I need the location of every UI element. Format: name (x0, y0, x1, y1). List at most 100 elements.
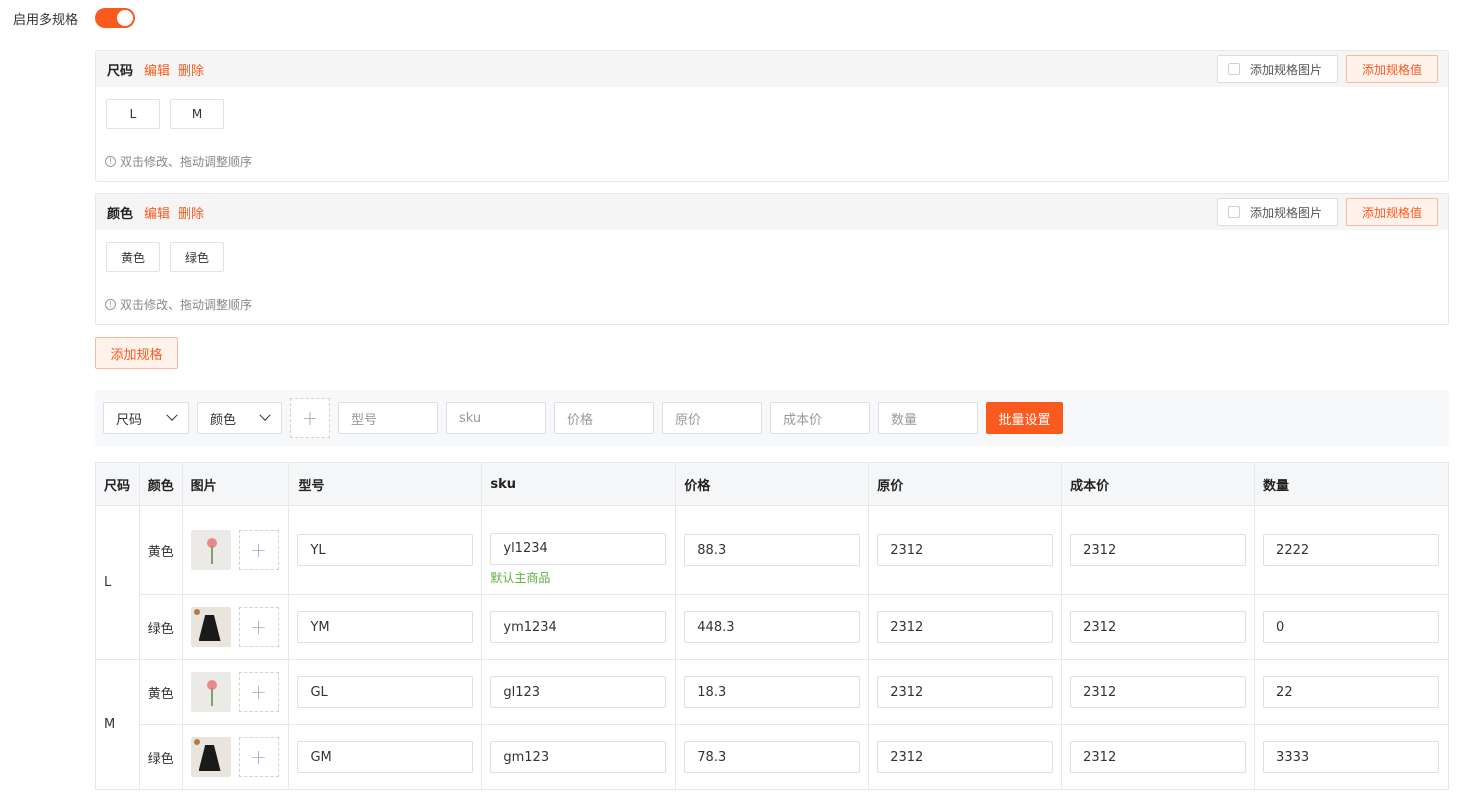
orig-price-input[interactable]: 2312 (877, 534, 1054, 566)
cost-input[interactable]: 2312 (1070, 676, 1247, 708)
batch-sku-input[interactable]: sku (446, 402, 546, 434)
orig-price-input[interactable]: 2312 (877, 741, 1054, 773)
batch-qty-input[interactable]: 数量 (878, 402, 978, 434)
table-row: L 黄色 + YL yl1234 默认主商品 88.3 2312 2312 222… (95, 505, 1449, 660)
image-cell: + (181, 594, 290, 660)
sku-cell: gl123 (481, 659, 677, 725)
cost-cell: 2312 (1061, 594, 1256, 660)
spec-value-tag[interactable]: 黄色 (106, 242, 160, 272)
sku-input[interactable]: gl123 (490, 676, 667, 708)
model-input[interactable]: GL (297, 676, 474, 708)
spec-edit-link[interactable]: 编辑 (144, 60, 170, 79)
batch-add-image-button[interactable]: + (290, 398, 330, 438)
sku-input[interactable]: ym1234 (490, 611, 667, 643)
price-input[interactable]: 448.3 (684, 611, 861, 643)
spec-tip-text: 双击修改、拖动调整顺序 (120, 154, 253, 169)
info-icon: ! (105, 298, 116, 310)
sku-table: 尺码 颜色 图片 型号 sku 价格 原价 成本价 数量 L 黄色 + YL y… (95, 462, 1449, 790)
price-input[interactable]: 18.3 (684, 676, 861, 708)
table-row: 绿色 + GM gm123 78.3 2312 2312 3333 (96, 724, 1449, 790)
size-cell: L (95, 505, 140, 660)
qty-cell: 22 (1254, 659, 1449, 725)
sku-input[interactable]: gm123 (490, 741, 667, 773)
product-thumbnail[interactable] (190, 737, 231, 777)
toggle-knob (117, 10, 133, 26)
add-spec-image-checkbox[interactable]: 添加规格图片 (1217, 198, 1338, 226)
add-spec-value-button[interactable]: 添加规格值 (1346, 198, 1438, 226)
model-input[interactable]: YM (297, 611, 474, 643)
default-product-tag: 默认主商品 (490, 570, 551, 585)
batch-model-input[interactable]: 型号 (338, 402, 438, 434)
add-image-button[interactable]: + (238, 607, 279, 647)
qty-input[interactable]: 22 (1263, 676, 1440, 708)
batch-cost-input[interactable]: 成本价 (770, 402, 870, 434)
add-spec-image-label: 添加规格图片 (1250, 205, 1323, 220)
cost-input[interactable]: 2312 (1070, 611, 1247, 643)
checkbox-icon (1228, 206, 1240, 218)
spec-value-tag[interactable]: M (170, 99, 224, 129)
model-input[interactable]: YL (297, 534, 474, 566)
size-select[interactable]: 尺码 (103, 402, 189, 434)
price-cell: 88.3 (675, 505, 870, 595)
cost-input[interactable]: 2312 (1070, 534, 1247, 566)
spec-value-tag[interactable]: L (106, 99, 160, 129)
color-cell: 绿色 (138, 594, 183, 660)
color-cell: 黄色 (138, 505, 183, 595)
price-cell: 78.3 (675, 724, 870, 790)
model-input[interactable]: GM (297, 741, 474, 773)
qty-input[interactable]: 0 (1263, 611, 1440, 643)
plus-icon: + (301, 406, 319, 430)
product-thumbnail[interactable] (190, 530, 231, 570)
color-select[interactable]: 颜色 (197, 402, 282, 434)
product-thumbnail[interactable] (190, 672, 231, 712)
col-header-sku: sku (481, 462, 677, 506)
col-header-model: 型号 (288, 462, 483, 506)
qty-input[interactable]: 3333 (1263, 741, 1440, 773)
batch-price-input[interactable]: 价格 (554, 402, 654, 434)
col-header-cost: 成本价 (1061, 462, 1256, 506)
add-spec-image-checkbox[interactable]: 添加规格图片 (1217, 55, 1338, 83)
cost-cell: 2312 (1061, 724, 1256, 790)
orig-price-cell: 2312 (868, 724, 1063, 790)
orig-price-input[interactable]: 2312 (877, 611, 1054, 643)
spec-tip: ! 双击修改、拖动调整顺序 (96, 141, 1448, 181)
spec-value-tag[interactable]: 绿色 (170, 242, 224, 272)
sku-cell: ym1234 (481, 594, 677, 660)
plus-icon: + (250, 680, 267, 704)
spec-header: 颜色 编辑 删除 添加规格图片 添加规格值 (96, 194, 1448, 230)
price-input[interactable]: 88.3 (684, 534, 861, 566)
col-header-orig-price: 原价 (868, 462, 1063, 506)
spec-name: 尺码 (107, 63, 134, 79)
sku-input[interactable]: yl1234 (490, 532, 667, 565)
spec-delete-link[interactable]: 删除 (178, 203, 204, 222)
spec-values: L M (96, 87, 1448, 141)
spec-values: 黄色 绿色 (96, 230, 1448, 284)
add-image-button[interactable]: + (238, 530, 279, 570)
model-cell: GL (288, 659, 483, 725)
col-header-price: 价格 (675, 462, 870, 506)
add-image-button[interactable]: + (238, 672, 279, 712)
add-spec-button[interactable]: 添加规格 (95, 337, 178, 369)
size-cell: M (95, 659, 140, 790)
batch-set-button[interactable]: 批量设置 (986, 402, 1063, 434)
spec-edit-link[interactable]: 编辑 (144, 203, 170, 222)
sku-cell: yl1234 默认主商品 (481, 505, 677, 595)
multi-spec-toggle[interactable] (95, 8, 135, 28)
price-input[interactable]: 78.3 (684, 741, 861, 773)
price-cell: 448.3 (675, 594, 870, 660)
qty-cell: 2222 (1254, 505, 1449, 595)
add-spec-value-button[interactable]: 添加规格值 (1346, 55, 1438, 83)
cost-cell: 2312 (1061, 505, 1256, 595)
spec-card-color: 颜色 编辑 删除 添加规格图片 添加规格值 黄色 绿色 ! 双击修改、拖动调整顺… (95, 193, 1449, 325)
qty-cell: 0 (1254, 594, 1449, 660)
table-row: 绿色 + YM ym1234 448.3 2312 2312 0 (96, 594, 1449, 660)
cost-input[interactable]: 2312 (1070, 741, 1247, 773)
orig-price-input[interactable]: 2312 (877, 676, 1054, 708)
spec-delete-link[interactable]: 删除 (178, 60, 204, 79)
plus-icon: + (250, 745, 267, 769)
batch-orig-price-input[interactable]: 原价 (662, 402, 762, 434)
add-image-button[interactable]: + (238, 737, 279, 777)
spec-tip: ! 双击修改、拖动调整顺序 (96, 284, 1448, 324)
product-thumbnail[interactable] (190, 607, 231, 647)
qty-input[interactable]: 2222 (1263, 534, 1440, 566)
